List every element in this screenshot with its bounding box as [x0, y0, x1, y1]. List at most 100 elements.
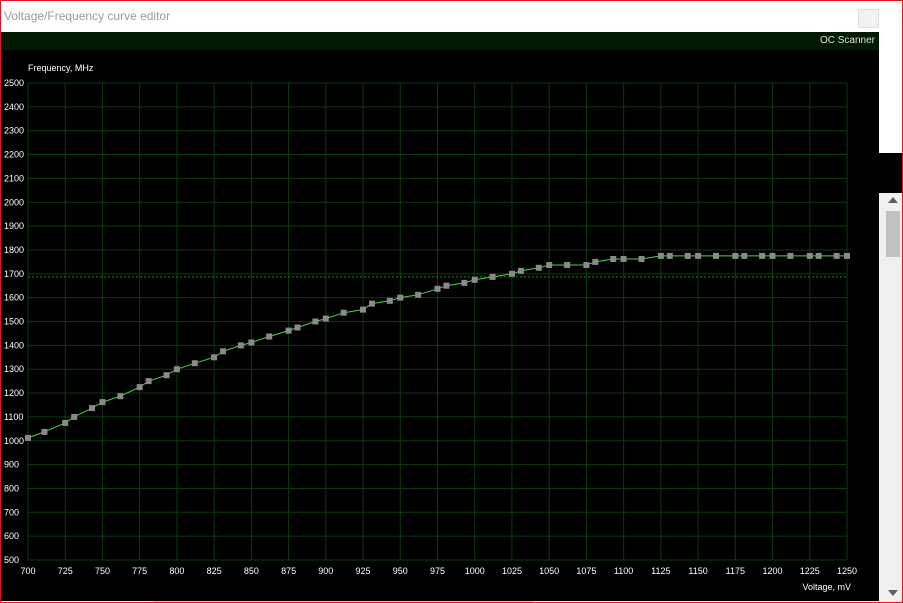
close-button[interactable]: [858, 9, 879, 28]
curve-point[interactable]: [461, 279, 468, 286]
curve-point[interactable]: [535, 264, 542, 271]
curve-point[interactable]: [322, 315, 329, 322]
curve-point[interactable]: [741, 252, 748, 259]
curve-point[interactable]: [759, 252, 766, 259]
curve-point[interactable]: [62, 419, 69, 426]
y-tick-label: 2300: [4, 126, 24, 136]
vf-curve-chart[interactable]: 500 600 700 800 900 1000 1100 1200 1300 1400 1500 1…: [1, 50, 879, 601]
x-tick-labels: 700 725 750 775 800 825 850 875 900 925 950 975 1000…: [20, 566, 857, 576]
x-tick-label: 1000: [465, 566, 485, 576]
scroll-thumb[interactable]: [886, 211, 900, 257]
x-tick-label: 825: [207, 566, 222, 576]
x-tick-label: 800: [169, 566, 184, 576]
scroll-down-arrow-icon[interactable]: [888, 590, 898, 596]
curve-point[interactable]: [386, 297, 393, 304]
curve-point[interactable]: [117, 393, 124, 400]
curve-point[interactable]: [248, 339, 255, 346]
curve-point[interactable]: [732, 252, 739, 259]
curve-point[interactable]: [369, 300, 375, 307]
y-tick-label: 800: [4, 483, 19, 493]
y-tick-label: 700: [4, 507, 19, 517]
y-tick-label: 2200: [4, 150, 24, 160]
curve-point[interactable]: [583, 262, 590, 268]
curve-point[interactable]: [163, 372, 170, 379]
y-tick-label: 1800: [4, 245, 24, 255]
curve-point[interactable]: [806, 252, 813, 259]
curve-point[interactable]: [638, 256, 645, 262]
y-tick-label: 1500: [4, 317, 24, 327]
y-tick-label: 500: [4, 555, 19, 565]
curve-point[interactable]: [657, 252, 664, 259]
curve-point[interactable]: [610, 256, 617, 262]
side-strip: [879, 153, 902, 193]
x-tick-label: 975: [430, 566, 445, 576]
scroll-up-arrow-icon[interactable]: [888, 197, 898, 203]
curve-point[interactable]: [285, 327, 292, 334]
vf-curve-editor-window: Voltage/Frequency curve editor OC Scanne…: [0, 0, 903, 603]
chart-grid: [27, 82, 848, 561]
x-tick-label: 1225: [800, 566, 820, 576]
curve-point[interactable]: [173, 366, 180, 373]
curve-point[interactable]: [71, 413, 78, 420]
curve-point[interactable]: [136, 384, 143, 391]
x-tick-label: 1150: [688, 566, 707, 576]
x-tick-label: 1125: [651, 566, 670, 576]
curve-point[interactable]: [99, 399, 106, 406]
curve-point[interactable]: [41, 428, 48, 435]
curve-point[interactable]: [294, 324, 301, 331]
window-title: Voltage/Frequency curve editor: [4, 9, 171, 23]
x-axis-label: Voltage, mV: [802, 582, 851, 592]
curve-point[interactable]: [191, 360, 198, 367]
y-tick-label: 1900: [4, 221, 24, 231]
curve-point[interactable]: [684, 252, 691, 259]
curve-point[interactable]: [211, 354, 218, 361]
curve-point[interactable]: [592, 258, 599, 265]
y-tick-label: 1700: [4, 269, 24, 279]
curve-point[interactable]: [620, 256, 627, 262]
curve-point[interactable]: [471, 276, 478, 283]
side-panel: [879, 1, 902, 153]
x-tick-label: 775: [132, 566, 147, 576]
curve-point[interactable]: [220, 348, 227, 355]
curve-point[interactable]: [397, 294, 404, 301]
curve-point[interactable]: [237, 342, 244, 349]
y-tick-label: 1200: [4, 388, 24, 398]
curve-point[interactable]: [434, 285, 441, 292]
curve-point[interactable]: [443, 282, 450, 289]
curve-point[interactable]: [713, 252, 719, 259]
x-tick-label: 1025: [502, 566, 522, 576]
curve-point[interactable]: [787, 252, 794, 259]
x-tick-label: 900: [318, 566, 333, 576]
curve-point[interactable]: [666, 252, 673, 259]
curve-point[interactable]: [89, 405, 95, 412]
curve-point[interactable]: [517, 267, 524, 274]
x-tick-label: 725: [58, 566, 73, 576]
x-tick-label: 950: [393, 566, 408, 576]
curve-point[interactable]: [360, 306, 366, 313]
curve-point[interactable]: [844, 252, 850, 259]
x-tick-label: 875: [281, 566, 296, 576]
y-tick-label: 1100: [4, 412, 23, 422]
curve-point[interactable]: [695, 252, 702, 259]
curve-point[interactable]: [25, 434, 31, 441]
curve-point[interactable]: [489, 273, 496, 280]
curve-point[interactable]: [769, 252, 776, 259]
curve-point[interactable]: [340, 309, 347, 316]
curve-point[interactable]: [564, 262, 571, 268]
y-tick-label: 2000: [4, 197, 24, 207]
curve-point[interactable]: [415, 291, 422, 298]
y-tick-label: 2100: [4, 173, 24, 183]
curve-point[interactable]: [145, 378, 152, 385]
x-tick-label: 925: [356, 566, 371, 576]
curve-point[interactable]: [815, 252, 822, 259]
vf-curve-plot[interactable]: 500 600 700 800 900 1000 1100 1200 1300 1400 1500 1…: [1, 50, 879, 601]
curve-point[interactable]: [509, 270, 515, 277]
curve-point[interactable]: [546, 262, 553, 268]
curve-point[interactable]: [266, 333, 273, 340]
curve-point[interactable]: [312, 318, 319, 325]
oc-scanner-button[interactable]: OC Scanner: [820, 35, 875, 46]
editor-toolbar: OC Scanner: [1, 32, 879, 51]
vertical-scrollbar[interactable]: [884, 193, 902, 602]
curve-point[interactable]: [833, 252, 840, 259]
title-bar: Voltage/Frequency curve editor: [1, 1, 879, 32]
